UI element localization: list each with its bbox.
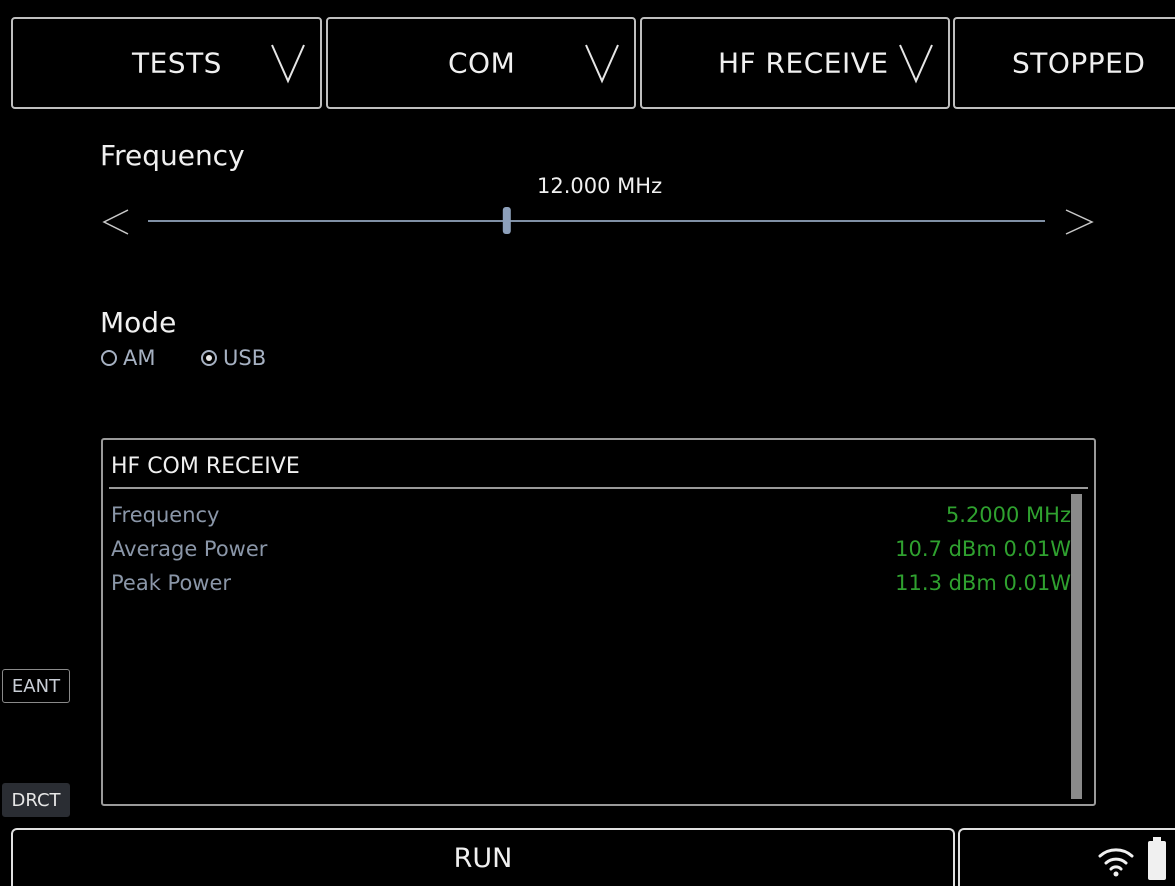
radio-am-circle (101, 350, 117, 366)
result-label: Average Power (111, 537, 268, 561)
result-row-peak-power: Peak Power 11.3 dBm 0.01W (111, 566, 1071, 600)
run-label: RUN (453, 842, 513, 874)
status-label: STOPPED (1012, 46, 1146, 80)
slider-increase-icon (1065, 209, 1094, 235)
result-row-frequency: Frequency 5.2000 MHz (111, 498, 1071, 532)
chevron-down-icon (899, 44, 933, 84)
tab-tests-label: TESTS (132, 46, 222, 80)
tab-hf-receive[interactable]: HF RECEIVE (640, 17, 950, 109)
scrollbar[interactable] (1071, 494, 1082, 799)
result-value: 11.3 dBm 0.01W (895, 571, 1071, 595)
radio-usb[interactable]: USB (201, 346, 266, 370)
result-value: 5.2000 MHz (945, 503, 1071, 527)
radio-am[interactable]: AM (101, 346, 155, 370)
result-label: Frequency (111, 503, 220, 527)
panel-divider (109, 487, 1088, 489)
drct-button[interactable]: DRCT (2, 783, 70, 817)
frequency-slider[interactable] (100, 190, 1100, 250)
chevron-down-icon (585, 44, 619, 84)
result-label: Peak Power (111, 571, 232, 595)
eant-button[interactable]: EANT (2, 669, 70, 703)
tab-com[interactable]: COM (326, 17, 636, 109)
tab-hf-receive-label: HF RECEIVE (718, 46, 889, 80)
frequency-label: Frequency (100, 139, 245, 172)
mode-label: Mode (100, 306, 177, 339)
run-button[interactable]: RUN (11, 828, 955, 886)
wifi-icon (1098, 848, 1134, 877)
tab-status[interactable]: STOPPED (953, 17, 1175, 109)
tab-com-label: COM (448, 46, 516, 80)
radio-am-label: AM (123, 346, 156, 370)
radio-usb-circle (201, 350, 217, 366)
status-bar (958, 828, 1175, 886)
result-row-average-power: Average Power 10.7 dBm 0.01W (111, 532, 1071, 566)
panel-title: HF COM RECEIVE (111, 454, 300, 479)
results-panel: HF COM RECEIVE Frequency 5.2000 MHz Aver… (101, 438, 1096, 806)
result-value: 10.7 dBm 0.01W (895, 537, 1071, 561)
slider-decrease-icon (102, 209, 129, 235)
chevron-down-icon (271, 44, 305, 84)
battery-icon (1148, 837, 1166, 880)
radio-usb-label: USB (223, 346, 267, 370)
results-list: Frequency 5.2000 MHz Average Power 10.7 … (111, 498, 1071, 600)
tab-tests[interactable]: TESTS (11, 17, 322, 109)
slider-thumb (502, 207, 511, 234)
